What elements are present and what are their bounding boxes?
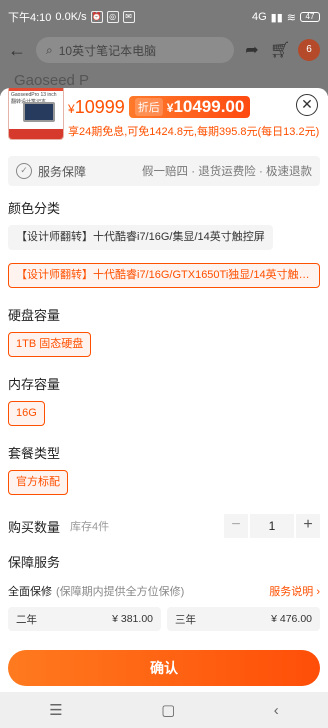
discount-label: 折后 bbox=[134, 98, 163, 116]
product-thumbnail[interactable]: GaoseedPro 13 inch 翻转设计笔记本 bbox=[8, 88, 64, 140]
back-nav-icon[interactable]: ‹ bbox=[274, 702, 279, 719]
home-nav-icon[interactable]: ▢ bbox=[161, 701, 175, 719]
warranty-plan-3y[interactable]: 三年 ¥ 476.00 bbox=[167, 607, 320, 631]
disk-section-title: 硬盘容量 bbox=[8, 308, 61, 323]
quantity-input[interactable]: 1 bbox=[250, 514, 294, 538]
stock-count: 库存4件 bbox=[70, 521, 110, 533]
original-price: ¥10999 bbox=[68, 96, 125, 117]
search-icon: ⌕ bbox=[46, 42, 53, 57]
alarm-icon: ⏰ bbox=[90, 11, 103, 23]
share-icon[interactable]: ➦ bbox=[242, 40, 262, 60]
warranty-plan-2y[interactable]: 二年 ¥ 381.00 bbox=[8, 607, 161, 631]
thumbnail-footer bbox=[9, 129, 63, 139]
cart-badge[interactable]: 6 bbox=[298, 39, 320, 61]
full-warranty-row: 全面保修 (保障期内提供全方位保修) 服务说明 › bbox=[0, 583, 328, 599]
memory-option-selected[interactable]: 16G bbox=[8, 401, 45, 426]
chevron-right-icon: › bbox=[316, 586, 320, 598]
increment-button[interactable]: + bbox=[296, 514, 320, 538]
price-row: ¥10999 折后 ¥10499.00 bbox=[68, 96, 251, 118]
shield-icon: ✓ bbox=[16, 163, 32, 179]
service-description-link[interactable]: 服务说明 › bbox=[269, 583, 320, 599]
service-desc: 假一赔四 · 退货运费险 · 极速退款 bbox=[142, 166, 312, 178]
close-icon[interactable]: ✕ bbox=[296, 94, 318, 116]
menu-nav-icon[interactable]: ☰ bbox=[49, 701, 62, 719]
status-bar: 下午4:10 0.0K/s ⏰ ◎ ✉ 4G ▮▮ ≋ 47 bbox=[0, 0, 328, 34]
back-arrow-icon[interactable]: ← bbox=[8, 40, 28, 61]
app-header: ← ⌕ 10英寸笔记本电脑 ➦ 🛒︎ 6 bbox=[0, 34, 328, 66]
service-guarantee-row[interactable]: ✓ 服务保障 假一赔四 · 退货运费险 · 极速退款 bbox=[8, 156, 320, 186]
brand-text: Gaoseed P bbox=[14, 72, 90, 89]
package-option-selected[interactable]: 官方标配 bbox=[8, 470, 68, 495]
sku-selector-sheet: GaoseedPro 13 inch 翻转设计笔记本 ¥10999 折后 ¥10… bbox=[0, 88, 328, 692]
discount-price: ¥10499.00 bbox=[166, 97, 245, 116]
full-warranty-note: (保障期内提供全方位保修) bbox=[56, 586, 185, 598]
confirm-button[interactable]: 确认 bbox=[8, 650, 320, 686]
memory-section-title: 内存容量 bbox=[8, 377, 61, 392]
color-section-title: 颜色分类 bbox=[8, 201, 61, 216]
message-notification-icon: ✉ bbox=[122, 11, 135, 23]
color-option-selected[interactable]: 【设计师翻转】十代酷睿i7/16G/GTX1650Ti独显/14英寸触控屏 bbox=[8, 263, 320, 288]
wifi-icon: ≋ bbox=[286, 11, 296, 24]
quantity-stepper: − 1 + bbox=[224, 514, 320, 538]
search-placeholder: 10英寸笔记本电脑 bbox=[58, 43, 157, 58]
disk-option-selected[interactable]: 1TB 固态硬盘 bbox=[8, 332, 92, 357]
network-label: 4G bbox=[251, 11, 267, 23]
full-warranty-title: 全面保修 bbox=[8, 586, 52, 598]
quantity-row: 购买数量 库存4件 − 1 + bbox=[0, 514, 328, 538]
package-section-title: 套餐类型 bbox=[8, 446, 61, 461]
status-speed: 0.0K/s bbox=[55, 11, 87, 23]
sheet-header: GaoseedPro 13 inch 翻转设计笔记本 ¥10999 折后 ¥10… bbox=[0, 88, 328, 150]
confirm-bar: 确认 bbox=[0, 642, 328, 692]
discount-price-tag: 折后 ¥10499.00 bbox=[128, 96, 251, 118]
system-nav-bar: ☰ ▢ ‹ bbox=[0, 692, 328, 728]
quantity-title: 购买数量 bbox=[8, 519, 61, 535]
service-title: 服务保障 bbox=[38, 164, 87, 179]
search-bar[interactable]: ⌕ 10英寸笔记本电脑 bbox=[36, 37, 234, 63]
app-notification-icon: ◎ bbox=[106, 11, 119, 23]
laptop-image bbox=[23, 102, 55, 122]
signal-icon: ▮▮ bbox=[270, 11, 283, 24]
guarantee-title: 保障服务 bbox=[8, 555, 61, 570]
status-time: 下午4:10 bbox=[8, 12, 52, 24]
cart-icon[interactable]: 🛒︎ bbox=[270, 40, 290, 60]
warranty-plans: 二年 ¥ 381.00 三年 ¥ 476.00 bbox=[0, 607, 328, 631]
color-option[interactable]: 【设计师翻转】十代酷睿i7/16G/集显/14英寸触控屏 bbox=[8, 225, 273, 250]
decrement-button[interactable]: − bbox=[224, 514, 248, 538]
battery-icon: 47 bbox=[300, 12, 320, 22]
installment-info: 享24期免息,可免1424.8元,每期395.8元(每日13.2元) bbox=[68, 126, 320, 138]
